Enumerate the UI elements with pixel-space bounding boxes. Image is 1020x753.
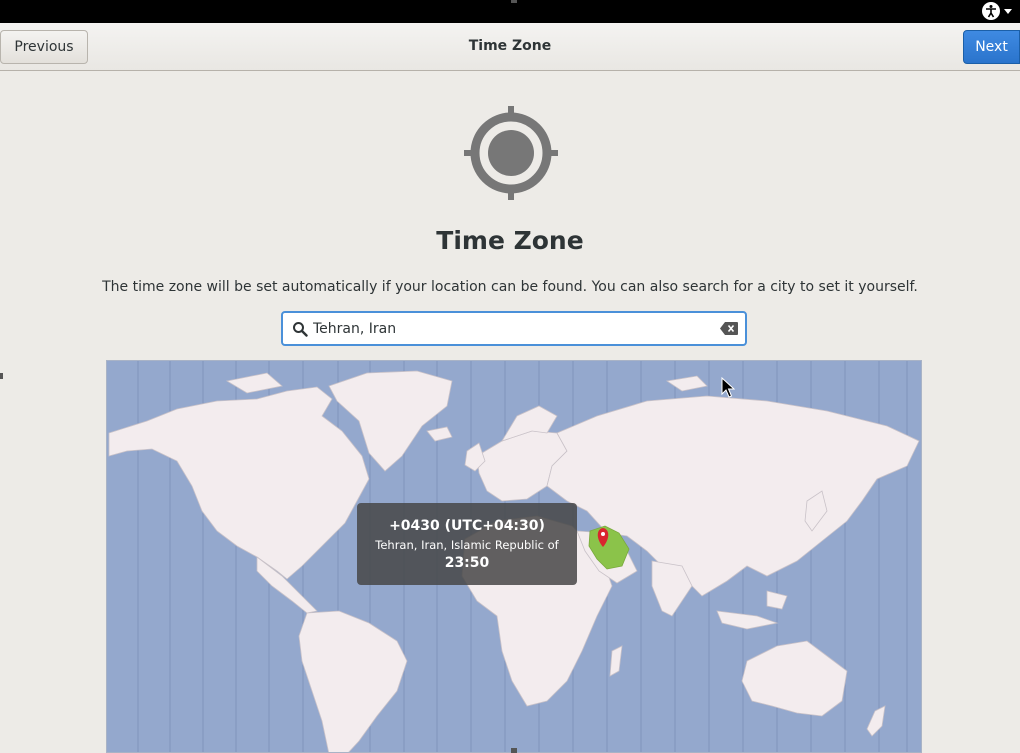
location-target-icon: [464, 106, 558, 200]
chevron-down-icon: [1004, 8, 1012, 14]
city-search-field[interactable]: [281, 311, 747, 346]
tooltip-place: Tehran, Iran, Islamic Republic of: [375, 538, 559, 552]
header-title: Time Zone: [468, 38, 552, 54]
window-edge-marker: [511, 748, 517, 753]
search-icon: [293, 322, 308, 337]
timezone-tooltip: +0430 (UTC+04:30) Tehran, Iran, Islamic …: [357, 503, 577, 585]
description-text: The time zone will be set automatically …: [102, 279, 918, 295]
search-input[interactable]: [313, 318, 713, 340]
window-edge-marker: [0, 373, 3, 379]
clear-icon[interactable]: [720, 322, 738, 335]
tooltip-utc-offset: +0430 (UTC+04:30): [389, 518, 545, 534]
next-button[interactable]: Next: [963, 30, 1020, 64]
mouse-cursor-icon: [721, 377, 735, 398]
header-bar: Previous Time Zone Next: [0, 23, 1020, 71]
tooltip-time: 23:50: [444, 555, 490, 571]
accessibility-menu[interactable]: [982, 2, 1012, 20]
system-top-bar: [0, 0, 1020, 23]
accessibility-icon: [982, 2, 1000, 20]
page-title: Time Zone: [436, 226, 584, 255]
window-edge-marker: [511, 0, 517, 3]
